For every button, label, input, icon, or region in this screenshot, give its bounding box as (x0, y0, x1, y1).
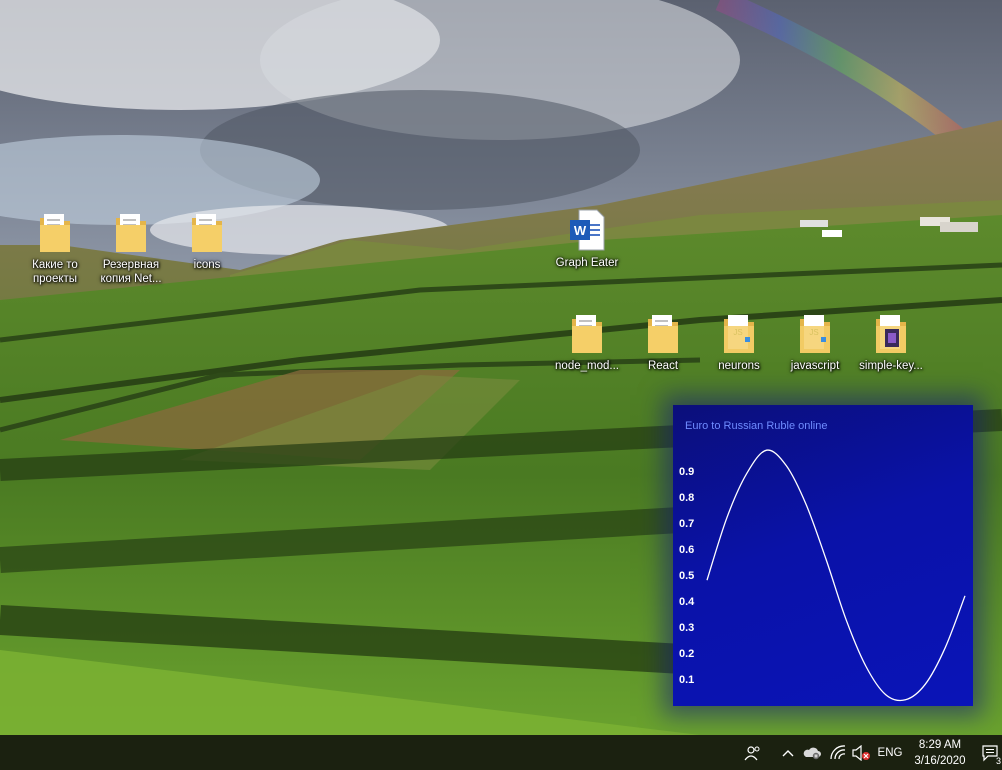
desktop-icon-label: node_mod... (555, 360, 619, 372)
desktop-icon-label: neurons (718, 360, 760, 372)
desktop-icon-label: Резервная копия Net... (100, 259, 162, 285)
desktop-icon-label: React (647, 360, 679, 372)
y-tick-label: 0.3 (679, 622, 694, 634)
js-folder-icon: JS (797, 311, 833, 355)
y-tick-label: 0.8 (679, 492, 694, 504)
y-tick-label: 0.1 (679, 674, 694, 686)
folder-icon (645, 311, 681, 355)
taskbar: ENG 8:29 AM 3/16/2020 3 (0, 735, 1002, 770)
desktop-icon-label: javascript (790, 360, 840, 372)
language-indicator[interactable]: ENG (875, 735, 905, 770)
desktop-icon-folder[interactable]: Резервная копия Net... (93, 210, 169, 286)
line-chart: 0.9 0.8 0.7 0.6 0.5 0.4 0.3 0.2 0.1 (679, 449, 966, 702)
desktop-icon-label: Какие то проекты (32, 259, 78, 285)
clock[interactable]: 8:29 AM 3/16/2020 (905, 735, 977, 770)
desktop-icon-folder[interactable]: node_mod... (549, 311, 625, 373)
desktop-icon-folder[interactable]: simple-key... (853, 311, 929, 373)
svg-text:W: W (574, 223, 587, 238)
currency-chart-widget[interactable]: Euro to Russian Ruble online 0.9 0.8 0.7 0.… (673, 405, 973, 706)
desktop-icon-label: Graph Eater (555, 257, 619, 269)
wifi-icon[interactable] (827, 735, 849, 770)
desktop-icon-folder[interactable]: JS neurons (701, 311, 777, 373)
desktop-icon-document[interactable]: W Graph Eater (549, 208, 625, 270)
app-folder-icon (873, 311, 909, 355)
clock-date: 3/16/2020 (914, 755, 966, 767)
y-tick-label: 0.9 (679, 466, 694, 478)
folder-icon (113, 210, 149, 254)
desktop-icon-folder[interactable]: icons (169, 210, 245, 272)
y-tick-label: 0.2 (679, 648, 694, 660)
desktop-icon-label: simple-key... (859, 360, 923, 372)
y-tick-label: 0.7 (679, 518, 694, 530)
volume-muted-icon[interactable] (850, 735, 872, 770)
folder-icon (37, 210, 73, 254)
y-tick-label: 0.4 (679, 596, 695, 608)
word-document-icon: W (569, 208, 605, 252)
desktop-icon-folder[interactable]: JS javascript (777, 311, 853, 373)
desktop-icon-label: icons (193, 259, 221, 271)
folder-icon (189, 210, 225, 254)
clock-time: 8:29 AM (918, 739, 962, 751)
series-line (706, 449, 966, 702)
desktop-icon-folder[interactable]: React (625, 311, 701, 373)
action-center-button[interactable]: 3 (980, 735, 1002, 770)
notification-count: 3 (995, 756, 1001, 766)
js-folder-icon: JS (721, 311, 757, 355)
onedrive-icon[interactable] (801, 735, 823, 770)
folder-icon (569, 311, 605, 355)
y-tick-label: 0.5 (679, 570, 694, 582)
desktop-icon-folder[interactable]: Какие то проекты (17, 210, 93, 286)
y-tick-label: 0.6 (679, 544, 694, 556)
chevron-up-icon[interactable] (779, 735, 797, 770)
people-icon[interactable] (742, 735, 764, 770)
